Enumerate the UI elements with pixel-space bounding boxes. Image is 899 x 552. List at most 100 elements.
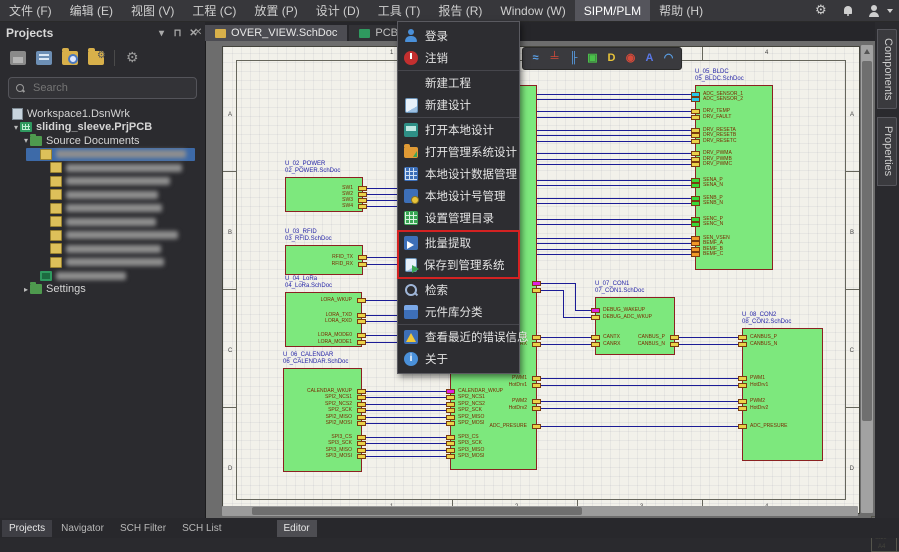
tree-item[interactable] [0,229,205,243]
search-box[interactable] [8,77,197,99]
panel-tab-projects[interactable]: Projects [2,520,52,537]
tree-item[interactable] [0,215,205,229]
right-panel-strip: Components Properties [875,21,899,518]
folder-settings-icon[interactable] [88,51,104,65]
horizontal-scrollbar[interactable] [222,506,858,516]
expand-arrow-icon[interactable]: ▾ [22,136,30,145]
tree-item[interactable]: ▸Settings [0,283,205,297]
menu-place[interactable]: 放置 (P) [245,0,306,21]
tree-item[interactable]: ▾sliding_sleeve.PrjPCB [0,121,205,135]
zone-divider [223,171,236,172]
tree-item-label: Workspace1.DsnWrk [27,108,130,120]
panel-tab-components[interactable]: Components [877,29,897,109]
tree-item[interactable] [0,202,205,216]
menu-item-local-design-data[interactable]: 本地设计数据管理 [398,163,519,185]
schdoc-icon [215,29,226,38]
menu-item-open-managed-design[interactable]: 打开管理系统设计 [398,141,519,163]
vertical-scrollbar[interactable] [861,45,873,513]
menu-item-search[interactable]: 检索 [398,279,519,301]
tree-item[interactable] [0,242,205,256]
save-to-plm-icon [405,258,417,272]
tree-item[interactable] [0,175,205,189]
net-label-tool-icon[interactable]: D [604,51,619,66]
tree-item[interactable] [0,188,205,202]
text-tool-icon[interactable]: A [642,51,657,66]
panel-tab-properties[interactable]: Properties [877,117,897,185]
project-tree: Workspace1.DsnWrk▾sliding_sleeve.PrjPCB▾… [0,107,205,296]
doc-icon [50,216,62,227]
menu-window[interactable]: Window (W) [491,0,574,21]
menu-item-new-design[interactable]: 新建设计 [398,94,519,116]
menu-item-open-local-design[interactable]: 打开本地设计 [398,119,519,141]
settings-gear-icon[interactable] [125,51,141,65]
scroll-up-arrow[interactable] [864,49,870,54]
panel-tab-navigator[interactable]: Navigator [54,520,111,537]
redacted-label [66,164,182,172]
expand-arrow-icon[interactable]: ▾ [12,123,20,132]
expand-arrow-icon[interactable]: ▸ [22,285,30,294]
menu-item-logout[interactable]: 注销 [398,47,519,69]
menu-item-login[interactable]: 登录 [398,25,519,47]
panel-tab-sch-filter[interactable]: SCH Filter [113,520,173,537]
panel-tab-sch-list[interactable]: SCH List [175,520,228,537]
menu-item-save-to-plm[interactable]: 保存到管理系统 [398,254,519,276]
menu-item-label: 打开管理系统设计 [425,144,517,160]
folder-icon [30,136,42,146]
user-account-icon[interactable] [867,4,881,18]
settings-gear-icon[interactable] [815,4,829,18]
part-tool-icon[interactable]: ▣ [585,51,600,66]
tree-item[interactable] [0,269,205,283]
batch-extract-icon [404,236,418,250]
menu-item-new-project[interactable]: 新建工程 [398,72,519,94]
redacted-label [66,245,161,253]
zone-number: 1 [390,50,393,56]
menu-edit[interactable]: 编辑 (E) [61,0,122,21]
schematic-editor-canvas[interactable]: Title Size A4 Number Revision 11223344AA… [205,41,875,518]
search-input[interactable] [31,81,189,95]
zone-divider [702,47,703,60]
schematic-sheet[interactable]: Title Size A4 Number Revision 11223344AA… [222,46,860,514]
gnd-port-tool-icon[interactable]: ╧ [547,51,562,66]
menu-help[interactable]: 帮助 (H) [650,0,712,21]
menu-item-component-classify[interactable]: 元件库分类 [398,301,519,323]
redacted-label [66,204,162,212]
menu-item-batch-extract[interactable]: 批量提取 [398,232,519,254]
menu-item-local-design-id[interactable]: 本地设计号管理 [398,185,519,207]
panel-dropdown-icon[interactable]: ▾ [156,28,167,39]
tree-item-selected[interactable]: ▾ [0,148,205,162]
editor-tab[interactable]: Editor [277,520,317,537]
zone-letter: A [228,112,232,118]
folder-search-icon[interactable] [62,51,78,65]
tree-item[interactable]: ▾Source Documents [0,134,205,148]
menu-view[interactable]: 视图 (V) [122,0,183,21]
horizontal-scroll-thumb[interactable] [252,507,582,515]
zone-divider [223,289,236,290]
menu-tools[interactable]: 工具 (T) [369,0,430,21]
menu-item-recent-errors[interactable]: 查看最近的错误信息 [398,326,519,348]
menu-sipm-plm[interactable]: SIPM/PLM [575,0,650,21]
menu-item-set-managed-dir[interactable]: 设置管理目录 [398,207,519,229]
local-design-data-icon [404,167,418,181]
redacted-label [66,231,178,239]
save-icon[interactable] [10,51,26,65]
menu-project[interactable]: 工程 (C) [183,0,245,21]
probe-tool-icon[interactable]: ◉ [623,51,638,66]
menu-file[interactable]: 文件 (F) [0,0,61,21]
notification-bell-icon[interactable] [841,4,855,18]
tree-item[interactable]: Workspace1.DsnWrk [0,107,205,121]
menu-item-label: 新建工程 [425,75,471,91]
wire-tool-icon[interactable]: ≈ [528,51,543,66]
vertical-scroll-thumb[interactable] [862,61,872,421]
doc-tab-overview[interactable]: OVER_VIEW.SchDoc [205,25,347,41]
panel-pin-icon[interactable]: ⊓ [172,28,183,39]
compile-doc-icon[interactable] [36,51,52,65]
menu-item-about[interactable]: 关于 [398,348,519,370]
menu-design[interactable]: 设计 (D) [307,0,369,21]
highlighted-menu-group: 批量提取保存到管理系统 [398,231,519,278]
arc-tool-icon[interactable]: ◠ [661,51,676,66]
tab-close-icon[interactable]: ✕ [194,27,202,38]
tree-item[interactable] [0,161,205,175]
menu-reports[interactable]: 报告 (R) [429,0,491,21]
bus-tool-icon[interactable]: ╟ [566,51,581,66]
tree-item[interactable] [0,256,205,270]
